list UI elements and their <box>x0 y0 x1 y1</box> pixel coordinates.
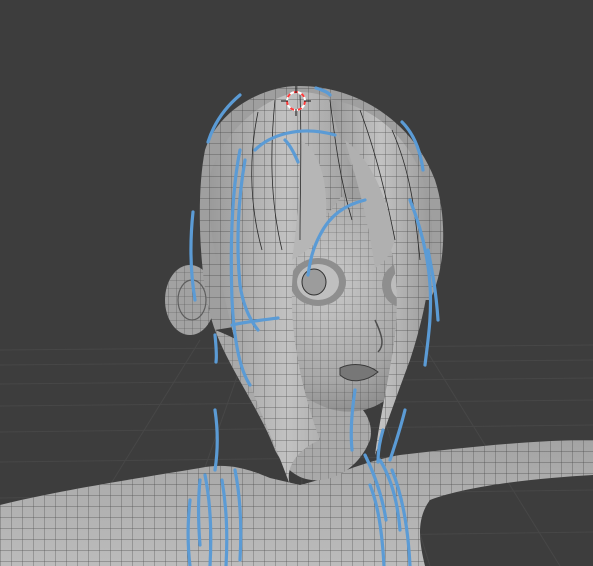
3d-viewport[interactable] <box>0 0 593 566</box>
hair-guide-curve[interactable] <box>189 210 197 302</box>
hair-guide-curve[interactable] <box>213 408 219 472</box>
hair-guide-curve[interactable] <box>186 498 192 566</box>
hair-guide-curve[interactable] <box>388 408 407 462</box>
hair-guide-curve[interactable] <box>196 478 202 547</box>
scene-canvas[interactable] <box>0 0 593 566</box>
hair-guide-curve[interactable] <box>213 333 219 364</box>
